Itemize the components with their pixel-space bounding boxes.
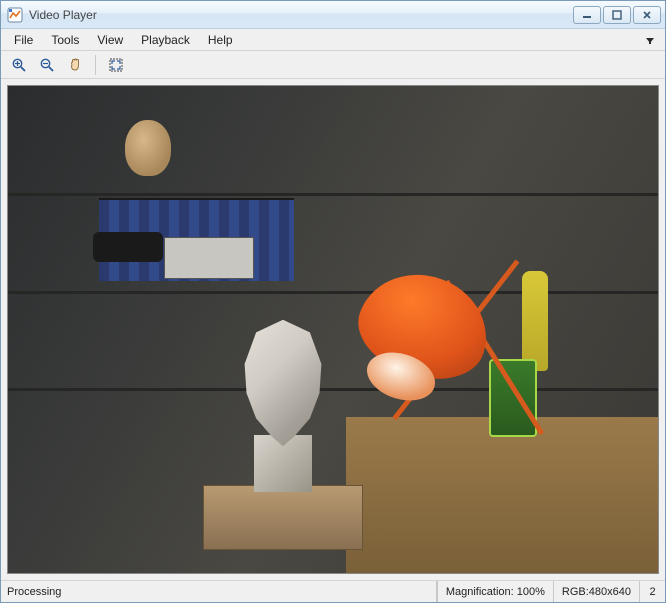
zoom-in-button[interactable] (7, 54, 31, 76)
menu-help[interactable]: Help (199, 29, 242, 50)
menu-tools[interactable]: Tools (42, 29, 88, 50)
video-display[interactable] (7, 85, 659, 574)
status-format: RGB:480x640 (553, 581, 639, 602)
video-player-window: Video Player File Tools View Playback He… (0, 0, 666, 603)
content-area (1, 79, 665, 580)
window-title: Video Player (29, 8, 573, 22)
app-icon (7, 7, 23, 23)
fit-to-window-button[interactable] (104, 54, 128, 76)
status-magnification-label: Magnification: (446, 586, 514, 598)
menu-view[interactable]: View (88, 29, 132, 50)
toolbar-reveal-icon[interactable] (639, 29, 661, 50)
toolbar (1, 51, 665, 79)
close-button[interactable] (633, 6, 661, 24)
toolbar-separator (95, 55, 96, 75)
status-state: Processing (1, 581, 437, 602)
menu-playback[interactable]: Playback (132, 29, 199, 50)
video-frame-image (8, 86, 658, 573)
titlebar[interactable]: Video Player (1, 1, 665, 29)
status-magnification: Magnification: 100% (437, 581, 553, 602)
statusbar: Processing Magnification: 100% RGB:480x6… (1, 580, 665, 602)
status-magnification-value: 100% (517, 586, 545, 598)
window-controls (573, 6, 661, 24)
pan-button[interactable] (63, 54, 87, 76)
menu-file[interactable]: File (5, 29, 42, 50)
zoom-out-button[interactable] (35, 54, 59, 76)
minimize-button[interactable] (573, 6, 601, 24)
status-frame: 2 (639, 581, 665, 602)
maximize-button[interactable] (603, 6, 631, 24)
menubar: File Tools View Playback Help (1, 29, 665, 51)
